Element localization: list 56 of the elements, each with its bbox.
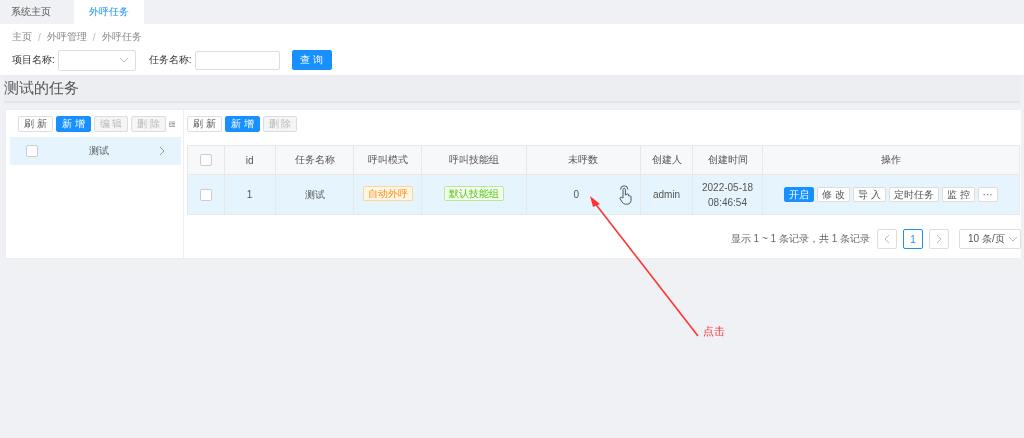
checkbox[interactable] [26,145,38,157]
task-group-item[interactable]: 测试 [10,137,181,165]
column-header: 操作 [762,145,1020,175]
table-cell: 2022-05-18 08:46:54 [692,174,763,215]
chevron-down-icon [1008,236,1018,242]
pagination-summary: 显示 1 ~ 1 条记录，共 1 条记录 [730,232,870,246]
chevron-down-icon [118,57,129,63]
tab[interactable]: 外呼任务 [74,0,144,24]
section-title: 测试的任务 [4,75,1020,103]
breadcrumb-link[interactable]: 外呼管理 [46,30,87,44]
table-cell: 0 [573,189,580,200]
column-header: 创建人 [640,145,693,175]
column-header: 呼叫模式 [353,145,422,175]
breadcrumb-separator: / [92,31,96,43]
previous-page-button[interactable] [877,229,897,249]
chevron-left-icon [884,234,890,244]
tab[interactable]: 系统主页 [0,0,66,24]
chevron-right-icon [159,146,165,156]
table-cell: 测试 [275,174,354,215]
breadcrumb-separator: / [38,31,41,43]
skill-group-tag: 默认技能组 [444,186,505,201]
group-name: 测试 [87,144,110,158]
action-button[interactable]: ··· [977,187,998,202]
column-header: 未呼数 [526,145,641,175]
column-header: id [224,145,276,175]
hand-pointer-icon [617,185,632,205]
chevron-right-icon [936,234,942,244]
toolbar-button[interactable]: 刷 新 [18,116,53,132]
task-name-field[interactable] [194,50,280,70]
page-button[interactable]: 1 [903,229,923,249]
page-size-select[interactable]: 10 条/页 [959,229,1021,249]
field-label: 项目名称: [12,53,55,67]
action-button[interactable]: 开启 [784,187,815,202]
toolbar-button[interactable]: 刷 新 [187,116,222,132]
call-mode-tag: 自动外呼 [362,186,413,201]
breadcrumb-link[interactable]: 主页 [12,30,32,44]
action-button[interactable]: 监 控 [941,187,975,202]
next-page-button[interactable] [929,229,949,249]
query-button[interactable]: 查 询 [291,50,332,70]
column-header: 呼叫技能组 [421,145,527,175]
annotation-text: 点击 [703,324,725,339]
action-button[interactable]: 定时任务 [888,187,939,202]
column-header: 创建时间 [692,145,763,175]
action-button[interactable]: 修 改 [817,187,850,202]
toolbar-button[interactable]: 新 增 [224,116,260,132]
checkbox[interactable] [199,188,212,201]
breadcrumb-link[interactable]: 外呼任务 [101,30,142,44]
checkbox[interactable] [199,154,212,167]
list-indent-icon [169,119,175,129]
table-cell: 1 [224,174,276,215]
table-cell: admin [640,174,693,215]
column-header: 任务名称 [275,145,354,175]
field-label: 任务名称: [148,53,192,67]
toolbar-button[interactable]: 新 增 [55,116,91,132]
project-select[interactable] [57,49,136,71]
action-button[interactable]: 导 入 [853,187,886,202]
